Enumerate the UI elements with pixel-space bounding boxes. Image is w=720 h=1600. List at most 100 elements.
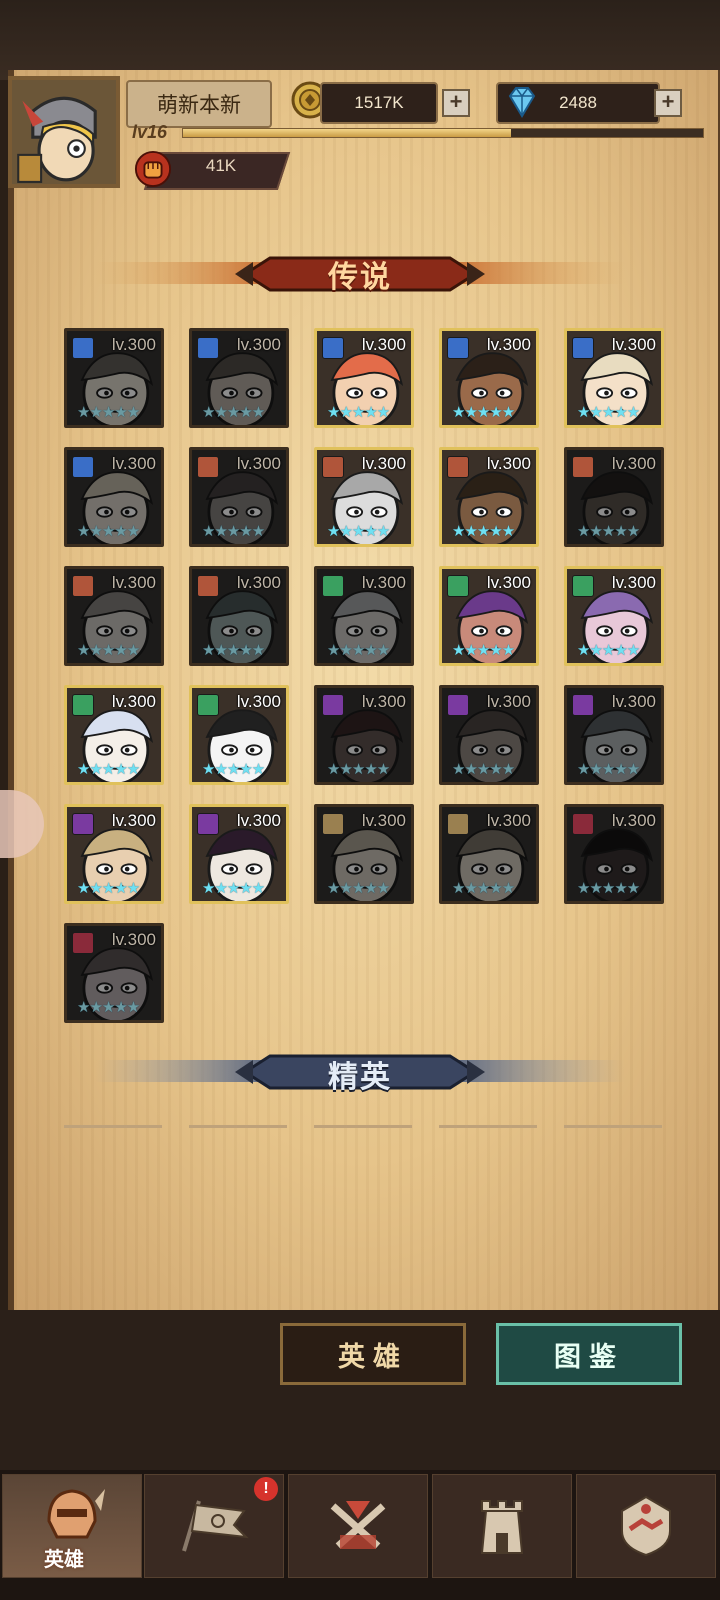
star-rating: ★★★★★ [577, 404, 640, 421]
element-icon [197, 337, 219, 359]
star-rating: ★★★★★ [452, 761, 515, 778]
element-icon [447, 456, 469, 478]
player-level: lv16 [132, 122, 168, 142]
element-icon [322, 575, 344, 597]
element-icon [572, 337, 594, 359]
element-icon [447, 694, 469, 716]
hero-card[interactable]: lv.300 ★★★★★ [189, 447, 289, 547]
element-icon [572, 694, 594, 716]
hero-card[interactable]: lv.300 ★★★★★ [64, 566, 164, 666]
hero-card[interactable]: lv.300 ★★★★★ [439, 447, 539, 547]
hero-level: lv.300 [611, 811, 656, 830]
hero-card[interactable]: lv.300 ★★★★★ [189, 685, 289, 785]
hero-card[interactable]: lv.300 ★★★★★ [189, 566, 289, 666]
element-icon [572, 575, 594, 597]
hero-card[interactable]: lv.300 ★★★★★ [314, 328, 414, 428]
elite-title: 精英 [328, 1061, 392, 1094]
notification-badge: ! [254, 1477, 278, 1501]
power-value: 41K [205, 156, 237, 175]
element-icon [72, 575, 94, 597]
hero-card[interactable]: lv.300 ★★★★★ [439, 566, 539, 666]
element-icon [322, 694, 344, 716]
diamond-amount-text: 2488 [559, 93, 597, 112]
element-icon [72, 813, 94, 835]
elite-slot [439, 1125, 537, 1128]
hero-card[interactable]: lv.300 ★★★★★ [64, 685, 164, 785]
hero-level: lv.300 [236, 454, 281, 473]
star-rating: ★★★★★ [202, 404, 265, 421]
hero-card[interactable]: lv.300 ★★★★★ [564, 447, 664, 547]
element-icon [197, 813, 219, 835]
hero-card[interactable]: lv.300 ★★★★★ [439, 804, 539, 904]
hero-level: lv.300 [111, 454, 156, 473]
star-rating: ★★★★★ [327, 404, 390, 421]
hero-level: lv.300 [236, 573, 281, 592]
hero-level: lv.300 [361, 335, 406, 354]
hero-level: lv.300 [486, 573, 531, 592]
hero-level: lv.300 [486, 692, 531, 711]
hero-card[interactable]: lv.300 ★★★★★ [189, 328, 289, 428]
star-rating: ★★★★★ [77, 523, 140, 540]
star-rating: ★★★★★ [327, 761, 390, 778]
nav-alliance[interactable] [576, 1474, 716, 1578]
heroes-tab-button[interactable]: 英雄 [280, 1323, 466, 1385]
player-avatar[interactable] [8, 76, 120, 188]
star-rating: ★★★★★ [77, 642, 140, 659]
element-icon [197, 456, 219, 478]
legend-title: 传说 [328, 261, 392, 294]
element-icon [197, 694, 219, 716]
add-gold-button[interactable]: + [442, 89, 470, 117]
hero-card[interactable]: lv.300 ★★★★★ [189, 804, 289, 904]
star-rating: ★★★★★ [452, 880, 515, 897]
hero-card[interactable]: lv.300 ★★★★★ [314, 566, 414, 666]
hero-card[interactable]: lv.300 ★★★★★ [439, 685, 539, 785]
star-rating: ★★★★★ [327, 880, 390, 897]
player-name: 萌新本新 [126, 80, 272, 128]
hero-card[interactable]: lv.300 ★★★★★ [314, 804, 414, 904]
element-icon [197, 575, 219, 597]
hero-card[interactable]: lv.300 ★★★★★ [314, 447, 414, 547]
star-rating: ★★★★★ [77, 999, 140, 1016]
hero-card[interactable]: lv.300 ★★★★★ [64, 447, 164, 547]
alliance-handshake-icon [621, 1495, 671, 1557]
star-rating: ★★★★★ [577, 642, 640, 659]
nav-battle[interactable] [288, 1474, 428, 1578]
hero-card[interactable]: lv.300 ★★★★★ [64, 328, 164, 428]
hero-level: lv.300 [111, 692, 156, 711]
elite-slot [314, 1125, 412, 1128]
hero-level: lv.300 [361, 454, 406, 473]
element-icon [72, 456, 94, 478]
hero-level: lv.300 [361, 692, 406, 711]
star-rating: ★★★★★ [577, 880, 640, 897]
hero-card[interactable]: lv.300 ★★★★★ [64, 923, 164, 1023]
star-rating: ★★★★★ [77, 880, 140, 897]
star-rating: ★★★★★ [452, 642, 515, 659]
hero-level: lv.300 [361, 811, 406, 830]
hero-card[interactable]: lv.300 ★★★★★ [564, 685, 664, 785]
battle-swords-icon [330, 1501, 386, 1549]
hero-helmet-icon [47, 1489, 105, 1539]
element-icon [72, 932, 94, 954]
hero-card[interactable]: lv.300 ★★★★★ [439, 328, 539, 428]
adventure-flag-icon [182, 1500, 249, 1552]
hero-card[interactable]: lv.300 ★★★★★ [564, 328, 664, 428]
gold-amount: 1517K [320, 82, 438, 124]
element-icon [72, 694, 94, 716]
hero-level: lv.300 [486, 811, 531, 830]
nav-castle[interactable] [432, 1474, 572, 1578]
hero-card[interactable]: lv.300 ★★★★★ [564, 566, 664, 666]
hero-level: lv.300 [486, 335, 531, 354]
hero-card[interactable]: lv.300 ★★★★★ [314, 685, 414, 785]
star-rating: ★★★★★ [452, 523, 515, 540]
fist-power-icon [134, 150, 172, 188]
add-diamond-button[interactable]: + [654, 89, 682, 117]
hero-card[interactable]: lv.300 ★★★★★ [64, 804, 164, 904]
hero-card[interactable]: lv.300 ★★★★★ [564, 804, 664, 904]
codex-tab-button[interactable]: 图鉴 [496, 1323, 682, 1385]
star-rating: ★★★★★ [77, 761, 140, 778]
castle-tower-icon [480, 1500, 524, 1554]
hero-level: lv.300 [236, 692, 281, 711]
hero-level: lv.300 [111, 811, 156, 830]
element-icon [322, 813, 344, 835]
hero-level: lv.300 [611, 454, 656, 473]
